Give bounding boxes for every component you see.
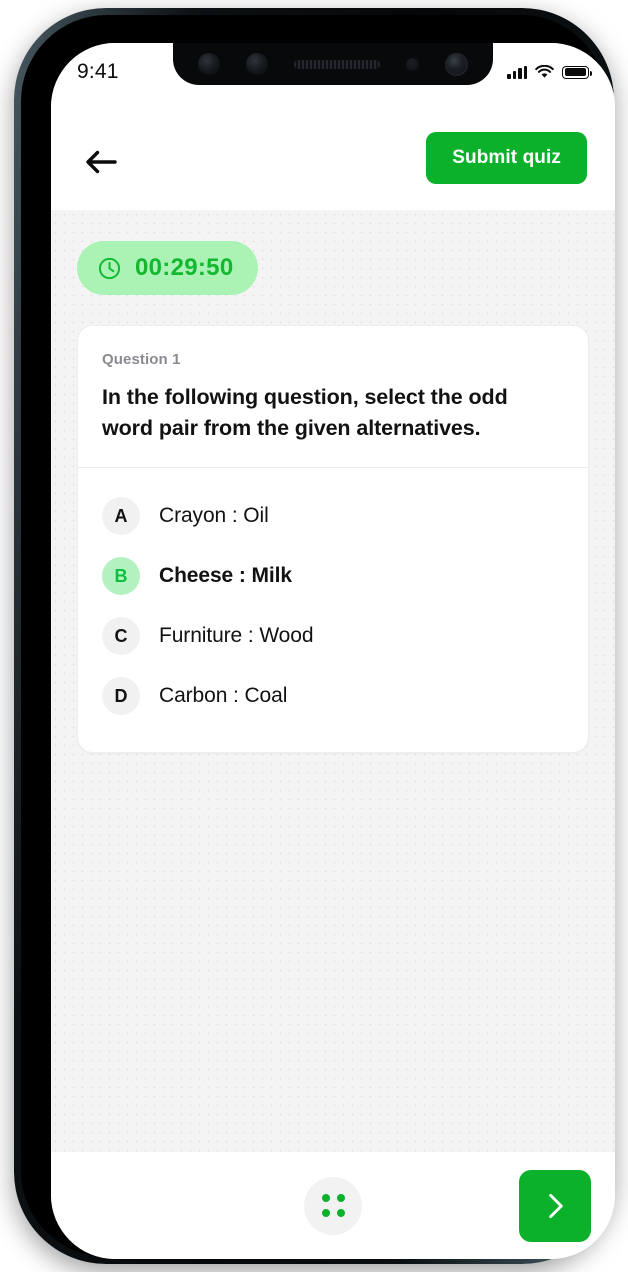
option-letter-c: C <box>102 617 140 656</box>
front-camera-icon <box>198 53 220 75</box>
quiz-timer: 00:29:50 <box>77 241 259 295</box>
question-text: In the following question, select the od… <box>102 385 508 440</box>
quiz-content: 00:29:50 Question 1 In the following que… <box>51 210 615 1152</box>
screenshot-root: 9:41 Submit quiz 00:29:50 Question 1 In … <box>0 0 628 1272</box>
option-text-d: Carbon : Coal <box>159 684 288 708</box>
phone-bezel: 9:41 Submit quiz 00:29:50 Question 1 In … <box>21 15 615 1259</box>
option-text-a: Crayon : Oil <box>159 504 269 528</box>
ir-camera-icon <box>246 53 268 75</box>
notch <box>173 43 493 85</box>
status-time: 9:41 <box>77 60 119 83</box>
dot-projector-icon <box>445 52 468 76</box>
answer-option-b[interactable]: B Cheese : Milk <box>102 546 564 606</box>
grid-dots-icon <box>321 1194 330 1202</box>
answer-option-d[interactable]: D Carbon : Coal <box>102 666 564 726</box>
back-arrow-icon <box>86 150 117 174</box>
clock-icon <box>98 257 121 279</box>
submit-quiz-button[interactable]: Submit quiz <box>426 132 587 184</box>
phone-frame: 9:41 Submit quiz 00:29:50 Question 1 In … <box>14 8 615 1264</box>
back-button[interactable] <box>79 140 123 184</box>
status-indicators <box>507 61 592 79</box>
earpiece-speaker-icon <box>294 59 380 69</box>
chevron-right-icon <box>549 1193 563 1218</box>
bottom-navigation-bar <box>51 1152 615 1259</box>
question-header: Question 1 In the following question, se… <box>78 326 588 467</box>
option-letter-a: A <box>102 497 140 536</box>
next-question-button[interactable] <box>519 1169 591 1242</box>
question-card: Question 1 In the following question, se… <box>77 325 589 754</box>
question-number-label: Question 1 <box>102 351 181 368</box>
timer-value: 00:29:50 <box>135 254 234 281</box>
option-text-b: Cheese : Milk <box>159 564 292 588</box>
grid-dots-icon <box>336 1209 345 1217</box>
option-letter-b: B <box>102 557 140 596</box>
answer-option-c[interactable]: C Furniture : Wood <box>102 606 564 666</box>
grid-dots-icon <box>321 1209 330 1217</box>
proximity-sensor-icon <box>406 57 419 71</box>
option-letter-d: D <box>102 677 140 716</box>
cellular-signal-icon <box>507 65 527 79</box>
answer-options-list: A Crayon : Oil B Cheese : Milk C Furnitu… <box>78 468 588 752</box>
answer-option-a[interactable]: A Crayon : Oil <box>102 486 564 546</box>
grid-dots-icon <box>336 1194 345 1202</box>
question-grid-button[interactable] <box>304 1176 362 1235</box>
battery-full-icon <box>562 65 592 79</box>
phone-screen: 9:41 Submit quiz 00:29:50 Question 1 In … <box>51 43 615 1259</box>
wifi-icon <box>535 65 554 78</box>
option-text-c: Furniture : Wood <box>159 624 314 648</box>
